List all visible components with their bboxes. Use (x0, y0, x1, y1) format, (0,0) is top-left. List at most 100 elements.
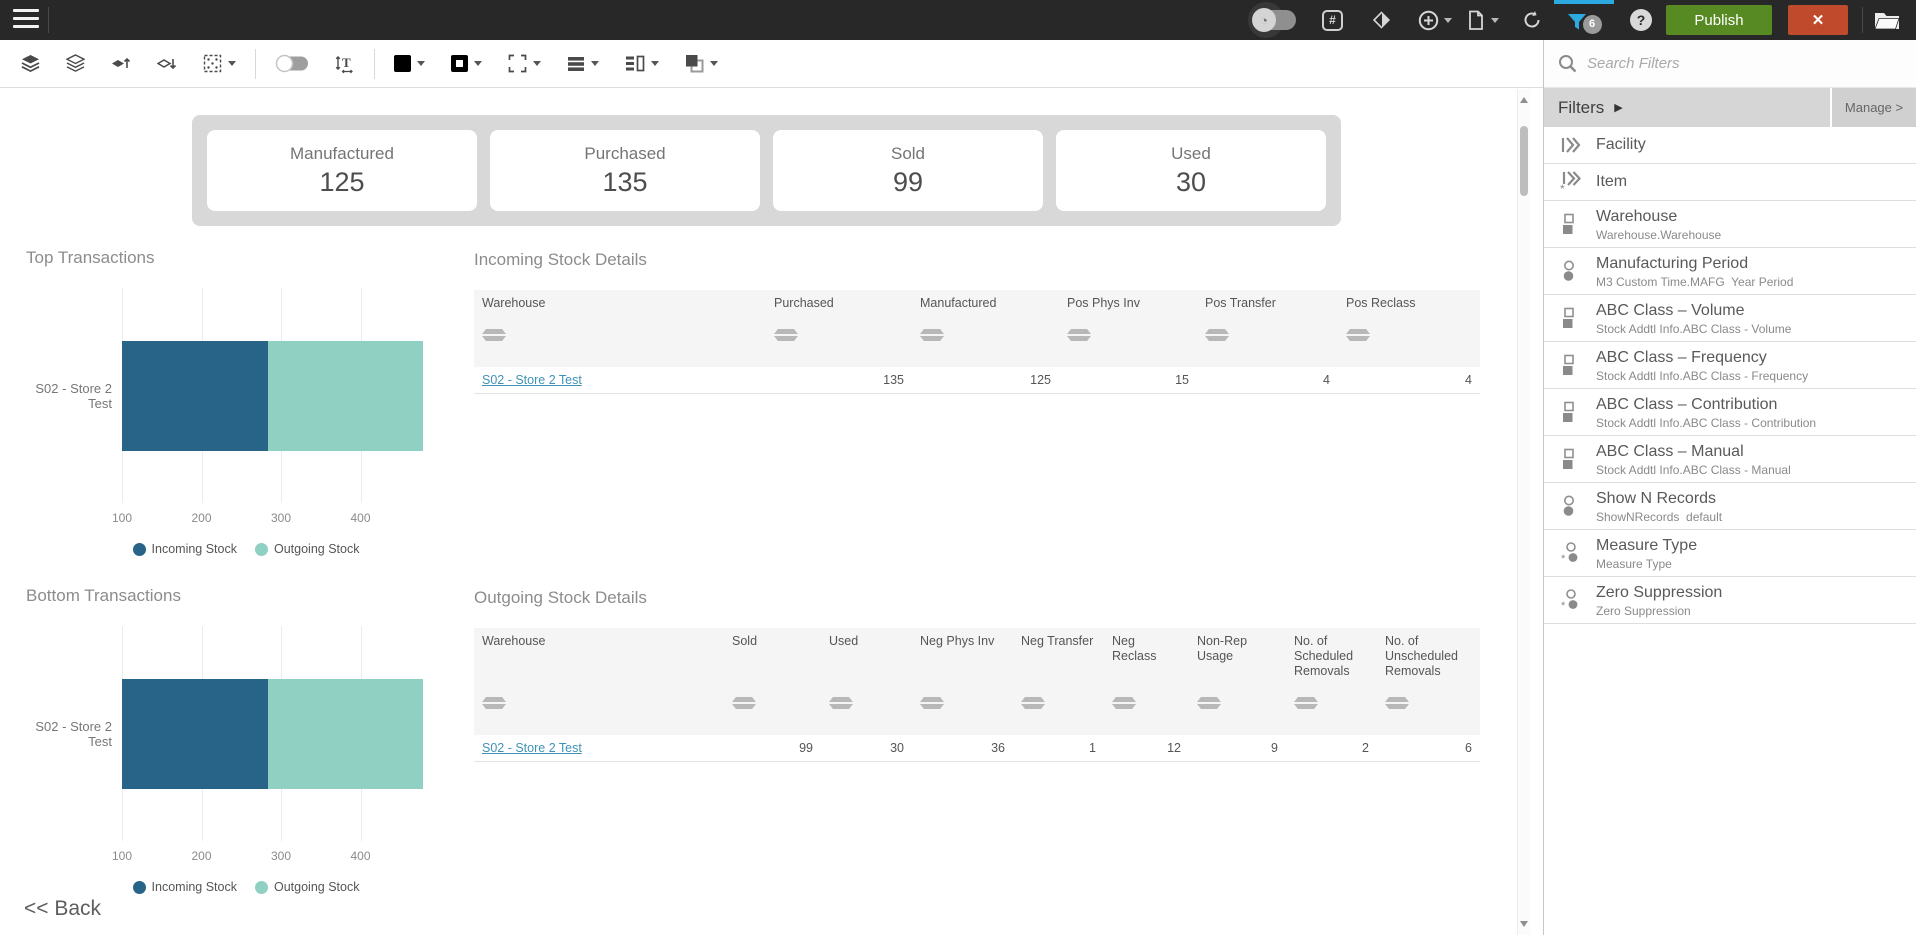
bar-segment-incoming-stock[interactable] (122, 679, 268, 789)
sort-toggle[interactable] (1346, 316, 1370, 354)
table-outgoing-stock-details[interactable]: Outgoing Stock DetailsWarehouseSoldUsedN… (474, 588, 1480, 762)
column-header[interactable]: No. of Scheduled Removals (1286, 628, 1377, 679)
filter-item-abc-class-contribution[interactable]: ABC Class – ContributionStock Addtl Info… (1544, 389, 1916, 436)
back-link[interactable]: << Back (24, 897, 101, 921)
column-header[interactable]: Warehouse (474, 628, 724, 679)
sort-toggle[interactable] (1205, 316, 1229, 354)
layers-icon[interactable] (8, 46, 53, 82)
filter-item-facility[interactable]: Facility (1544, 127, 1916, 164)
scrollbar-thumb[interactable] (1520, 126, 1528, 196)
filter-item-zero-suppression[interactable]: *Zero SuppressionZero Suppression (1544, 577, 1916, 624)
column-header[interactable]: Neg Phys Inv (912, 628, 1013, 679)
kpi-container[interactable]: Manufactured125Purchased135Sold99Used30 (192, 115, 1341, 226)
svg-text:*: * (1561, 553, 1566, 564)
sort-toggle[interactable] (829, 684, 853, 722)
sort-toggle[interactable] (482, 684, 506, 722)
sort-toggle[interactable] (1197, 684, 1221, 722)
stacked-bar[interactable] (122, 679, 423, 789)
chart-bottom-transactions[interactable]: Bottom TransactionsS02 - Store 2 Test100… (26, 586, 466, 894)
table-incoming-stock-details[interactable]: Incoming Stock DetailsWarehousePurchased… (474, 250, 1480, 394)
folder-icon[interactable] (1874, 10, 1900, 30)
column-header[interactable]: Used (821, 628, 912, 679)
visibility-toggle[interactable] (262, 46, 322, 82)
filters-header[interactable]: Filters ▶ Manage > (1544, 88, 1916, 127)
filter-item-item[interactable]: *Item (1544, 164, 1916, 201)
filter-item-show-n-records[interactable]: Show N RecordsShowNRecords default (1544, 483, 1916, 530)
diamond-promote-icon[interactable] (98, 46, 144, 82)
column-header[interactable]: Sold (724, 628, 821, 679)
sort-toggle[interactable] (774, 316, 798, 354)
line-thickness-icon[interactable] (554, 46, 612, 82)
column-header[interactable]: No. of Unscheduled Removals (1377, 628, 1480, 679)
sort-toggle[interactable] (1294, 684, 1318, 722)
legend-item[interactable]: Outgoing Stock (255, 542, 359, 556)
legend-item[interactable]: Incoming Stock (133, 542, 237, 556)
filter-item-manufacturing-period[interactable]: Manufacturing PeriodM3 Custom Time.MAFG … (1544, 248, 1916, 295)
filter-item-measure-type[interactable]: *Measure TypeMeasure Type (1544, 530, 1916, 577)
diamond-stack-icon[interactable] (53, 46, 98, 82)
column-header[interactable]: Pos Transfer (1197, 290, 1338, 311)
kpi-card-purchased[interactable]: Purchased135 (490, 130, 760, 211)
border-color-swatch[interactable] (438, 46, 495, 82)
sort-toggle[interactable] (1385, 684, 1409, 722)
column-header[interactable]: Pos Reclass (1338, 290, 1480, 311)
filter-item-abc-class-manual[interactable]: ABC Class – ManualStock Addtl Info.ABC C… (1544, 436, 1916, 483)
dots-frame-icon[interactable] (190, 46, 249, 82)
filter-panel-tab[interactable]: 6 (1554, 0, 1614, 40)
warehouse-link[interactable]: S02 - Store 2 Test (482, 741, 582, 755)
column-header[interactable]: Pos Phys Inv (1059, 290, 1197, 311)
search-input[interactable] (1587, 55, 1877, 72)
sort-toggle[interactable] (1112, 684, 1136, 722)
stacked-bar[interactable] (122, 341, 423, 451)
bar-segment-outgoing-stock[interactable] (268, 341, 423, 451)
layer-order-icon[interactable] (672, 46, 731, 82)
warehouse-link[interactable]: S02 - Store 2 Test (482, 373, 582, 387)
manage-filters-button[interactable]: Manage > (1830, 88, 1916, 127)
filter-item-warehouse[interactable]: WarehouseWarehouse.Warehouse (1544, 201, 1916, 248)
chart-top-transactions[interactable]: Top TransactionsS02 - Store 2 Test100200… (26, 248, 466, 556)
page-icon[interactable] (1466, 0, 1499, 40)
kpi-card-sold[interactable]: Sold99 (773, 130, 1043, 211)
column-header[interactable]: Purchased (766, 290, 912, 311)
legend-item[interactable]: Incoming Stock (133, 880, 237, 894)
fill-color-swatch[interactable] (381, 46, 438, 82)
record-toggle-knob[interactable]: ◔ (1252, 8, 1276, 32)
selection-frame-icon[interactable] (495, 46, 554, 82)
scroll-up-icon[interactable] (1520, 97, 1528, 103)
sort-toggle[interactable] (1067, 316, 1091, 354)
sort-toggle[interactable] (732, 684, 756, 722)
legend-item[interactable]: Outgoing Stock (255, 880, 359, 894)
main-scrollbar[interactable] (1517, 89, 1530, 935)
sort-toggle[interactable] (1021, 684, 1045, 722)
kpi-card-used[interactable]: Used30 (1056, 130, 1326, 211)
filter-item-abc-class-frequency[interactable]: ABC Class – FrequencyStock Addtl Info.AB… (1544, 342, 1916, 389)
sort-toggle[interactable] (920, 684, 944, 722)
bar-segment-outgoing-stock[interactable] (268, 679, 423, 789)
add-icon[interactable] (1418, 0, 1452, 40)
refresh-icon[interactable] (1522, 0, 1542, 40)
column-header[interactable]: Non-Rep Usage (1189, 628, 1286, 679)
kpi-card-manufactured[interactable]: Manufactured125 (207, 130, 477, 211)
menu-icon[interactable] (13, 9, 39, 33)
filter-search-row (1544, 40, 1916, 88)
help-icon[interactable]: ? (1630, 9, 1652, 31)
svg-text:*: * (1561, 600, 1566, 611)
text-height-icon[interactable]: T (322, 46, 368, 82)
hash-icon[interactable]: # (1322, 0, 1343, 40)
diamond-demote-icon[interactable] (144, 46, 190, 82)
table-row[interactable]: S02 - Store 2 Test993036112926 (474, 735, 1480, 762)
column-header[interactable]: Neg Reclass (1104, 628, 1189, 679)
table-row[interactable]: S02 - Store 2 Test1351251544 (474, 367, 1480, 394)
sort-toggle[interactable] (920, 316, 944, 354)
align-columns-icon[interactable] (612, 46, 672, 82)
publish-button[interactable]: Publish (1666, 5, 1772, 35)
filter-item-abc-class-volume[interactable]: ABC Class – VolumeStock Addtl Info.ABC C… (1544, 295, 1916, 342)
column-header[interactable]: Warehouse (474, 290, 766, 311)
column-header[interactable]: Neg Transfer (1013, 628, 1104, 679)
bar-segment-incoming-stock[interactable] (122, 341, 268, 451)
scroll-down-icon[interactable] (1520, 921, 1528, 927)
sort-toggle[interactable] (482, 316, 506, 354)
close-button[interactable]: ✕ (1788, 5, 1848, 35)
column-header[interactable]: Manufactured (912, 290, 1059, 311)
diamond-icon[interactable] (1372, 0, 1392, 40)
